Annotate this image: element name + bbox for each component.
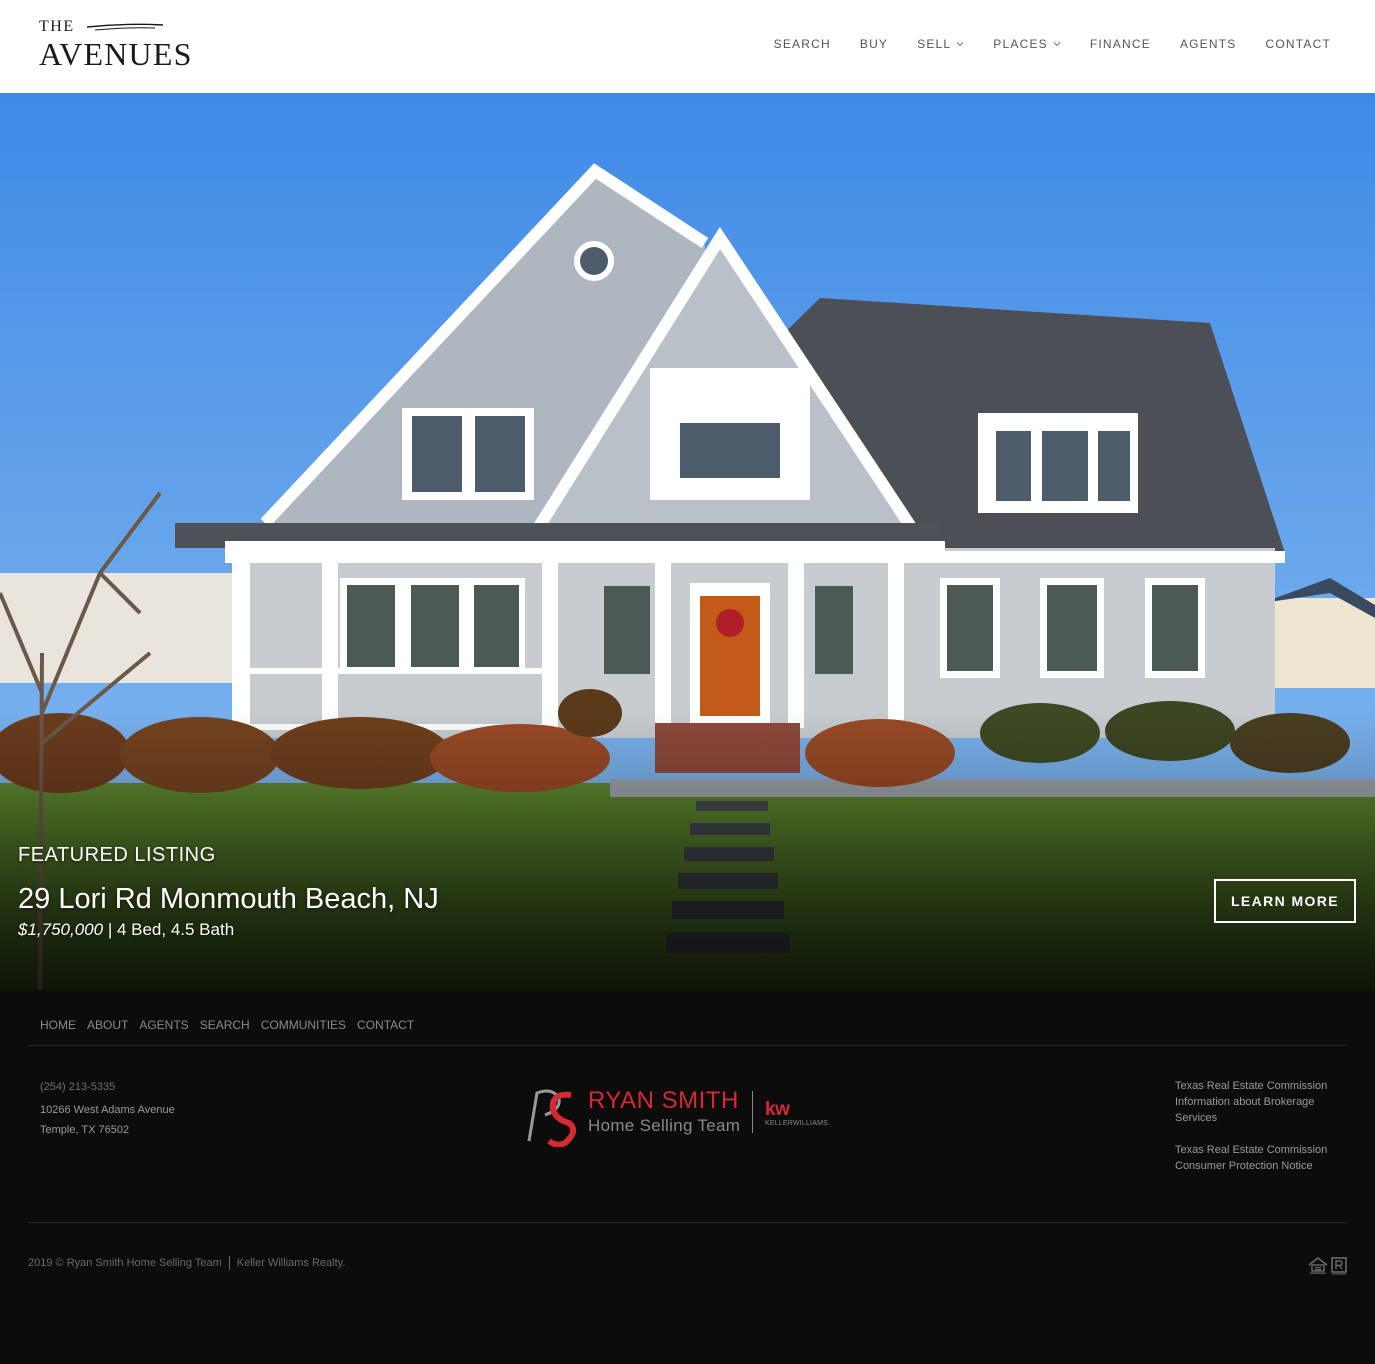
site-footer: HOME ABOUT AGENTS SEARCH COMMUNITIES CON…: [0, 990, 1375, 1364]
realtor-icon: [1331, 1257, 1347, 1275]
nav-places[interactable]: PLACES: [993, 37, 1061, 51]
listing-details: $1,750,000 | 4 Bed, 4.5 Bath: [18, 920, 234, 940]
team-subtitle: Home Selling Team: [588, 1116, 741, 1135]
footer-address-line1: 10266 West Adams Avenue: [40, 1104, 175, 1116]
logo-the: THE: [39, 18, 75, 35]
nav-places-label: PLACES: [993, 37, 1048, 51]
team-logo[interactable]: RYAN SMITH Home Selling Team kw KELLERWI…: [523, 1085, 833, 1147]
learn-more-button[interactable]: LEARN MORE: [1214, 879, 1356, 923]
nav-finance[interactable]: FINANCE: [1090, 37, 1151, 51]
nav-finance-label: FINANCE: [1089, 37, 1151, 51]
footer-divider: [28, 1045, 1347, 1046]
nav-agents[interactable]: AGENTS: [1180, 37, 1237, 51]
nav-sell[interactable]: SELL: [917, 37, 964, 51]
chevron-down-icon: [956, 42, 964, 47]
logo-avenues: AVENUES: [39, 36, 193, 72]
logo-swoosh-icon: [86, 23, 164, 31]
trec-consumer-protection-link[interactable]: Texas Real Estate Commission Consumer Pr…: [1175, 1142, 1345, 1174]
nav-contact[interactable]: CONTACT: [1265, 37, 1331, 51]
featured-listing-label: FEATURED LISTING: [18, 844, 216, 866]
nav-buy[interactable]: BUY: [860, 37, 888, 51]
footer-nav-contact[interactable]: CONTACT: [357, 1018, 414, 1032]
listing-beds-baths: | 4 Bed, 4.5 Bath: [103, 920, 235, 939]
footer-nav-agents[interactable]: AGENTS: [139, 1018, 188, 1032]
team-name: RYAN SMITH: [588, 1087, 739, 1114]
nav-buy-label: BUY: [859, 37, 889, 51]
footer-address-line2: Temple, TX 76502: [40, 1124, 130, 1136]
equal-housing-icon: [1308, 1257, 1328, 1274]
listing-price: $1,750,000: [18, 920, 104, 939]
site-logo[interactable]: THE AVENUES: [39, 16, 191, 76]
footer-nav-search[interactable]: SEARCH: [200, 1018, 250, 1032]
footer-nav-home[interactable]: HOME: [40, 1018, 76, 1032]
nav-search[interactable]: SEARCH: [774, 37, 831, 51]
copyright-separator: [228, 1256, 230, 1270]
chevron-down-icon: [1053, 42, 1061, 47]
kw-wordmark: KELLERWILLIAMS.: [765, 1120, 831, 1127]
kw-logo: kw: [765, 1099, 790, 1120]
listing-address[interactable]: 29 Lori Rd Monmouth Beach, NJ: [18, 883, 439, 916]
nav-contact-label: CONTACT: [1265, 37, 1331, 51]
footer-nav: HOME ABOUT AGENTS SEARCH COMMUNITIES CON…: [40, 1018, 425, 1032]
footer-phone[interactable]: (254) 213-5335: [40, 1081, 115, 1093]
copyright: 2019 © Ryan Smith Home Selling Team Kell…: [28, 1256, 345, 1270]
copyright-text: 2019 © Ryan Smith Home Selling Team: [28, 1257, 222, 1269]
featured-listing-hero: FEATURED LISTING 29 Lori Rd Monmouth Bea…: [0, 93, 1375, 990]
nav-agents-label: AGENTS: [1179, 37, 1237, 51]
footer-bottom-divider: [28, 1222, 1347, 1223]
team-logo-divider: [752, 1091, 753, 1133]
main-nav: SEARCH BUY SELL PLACES FINANCE AGENTS CO…: [745, 37, 1331, 51]
rs-monogram-icon: [527, 1089, 577, 1147]
footer-nav-about[interactable]: ABOUT: [87, 1018, 128, 1032]
nav-search-label: SEARCH: [773, 37, 831, 51]
footer-nav-communities[interactable]: COMMUNITIES: [261, 1018, 346, 1032]
trec-brokerage-link[interactable]: Texas Real Estate Commission Information…: [1175, 1078, 1345, 1126]
site-header: THE AVENUES SEARCH BUY SELL PLACES FINAN…: [0, 0, 1375, 93]
nav-sell-label: SELL: [917, 37, 952, 51]
brokerage-text: Keller Williams Realty.: [236, 1257, 346, 1269]
